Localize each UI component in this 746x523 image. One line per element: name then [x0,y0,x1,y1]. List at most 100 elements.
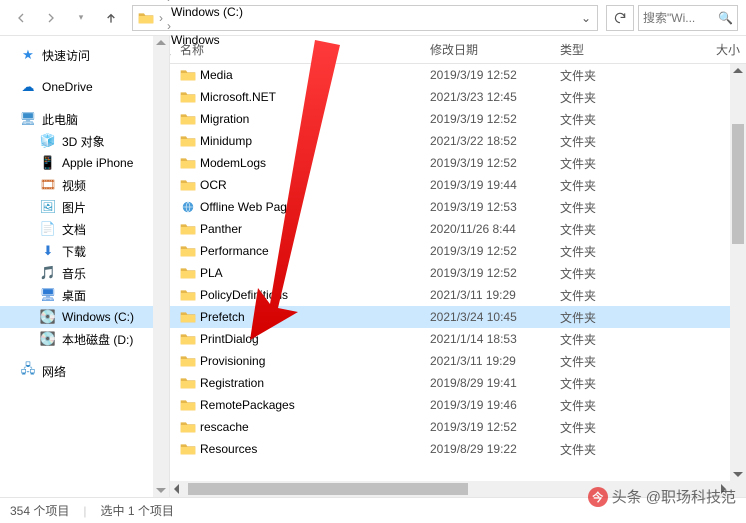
col-date[interactable]: 修改日期 [424,41,554,58]
pic-icon: 🖼 [40,199,56,215]
file-date: 2021/1/14 18:53 [424,332,554,346]
sidebar-scrollbar[interactable] [153,36,169,497]
disk-icon: 💽 [40,331,56,347]
file-list: Media2019/3/19 12:52文件夹Microsoft.NET2021… [170,64,746,497]
sidebar-item[interactable]: 💽Windows (C:) [0,306,169,328]
file-name: Provisioning [200,354,265,368]
music-icon: 🎵 [40,265,56,281]
file-type: 文件夹 [554,309,634,326]
sidebar-item[interactable]: 🖧网络 [0,360,169,382]
col-type[interactable]: 类型 [554,41,634,58]
file-date: 2019/3/19 12:52 [424,244,554,258]
chevron-right-icon[interactable]: › [165,19,173,33]
file-row[interactable]: Resources2019/8/29 19:22文件夹 [170,438,746,460]
file-name: Performance [200,244,269,258]
status-total: 354 个项目 [10,502,69,519]
file-row[interactable]: RemotePackages2019/3/19 19:46文件夹 [170,394,746,416]
file-name: PLA [200,266,223,280]
file-row[interactable]: PLA 2019/3/19 12:52文件夹 [170,262,746,284]
vertical-scrollbar[interactable] [730,64,746,481]
file-row[interactable]: rescache2019/3/19 12:52文件夹 [170,416,746,438]
file-date: 2019/3/19 12:52 [424,266,554,280]
file-type: 文件夹 [554,243,634,260]
file-date: 2019/3/19 12:53 [424,200,554,214]
address-bar[interactable]: › 此电脑›Windows (C:)›Windows› ⌄ [132,5,598,31]
file-row[interactable]: Microsoft.NET2021/3/23 12:45文件夹 [170,86,746,108]
file-date: 2019/3/19 12:52 [424,112,554,126]
sidebar-item[interactable]: ★快速访问 [0,44,169,66]
sidebar-item[interactable]: 🎞视频 [0,174,169,196]
file-type: 文件夹 [554,133,634,150]
chevron-right-icon[interactable]: › [157,11,165,25]
file-date: 2019/3/19 12:52 [424,68,554,82]
file-row[interactable]: Migration2019/3/19 12:52文件夹 [170,108,746,130]
sidebar-item-label: 3D 对象 [62,133,105,150]
file-row[interactable]: PolicyDefinitions2021/3/11 19:29文件夹 [170,284,746,306]
col-size[interactable]: 大小 [634,41,746,58]
file-row[interactable]: Media2019/3/19 12:52文件夹 [170,64,746,86]
file-date: 2019/8/29 19:41 [424,376,554,390]
pc-icon: 🖥 [20,111,36,127]
address-dropdown[interactable]: ⌄ [577,11,595,25]
search-icon: 🔍 [718,11,733,25]
file-date: 2019/3/19 19:46 [424,398,554,412]
file-date: 2021/3/11 19:29 [424,354,554,368]
addr-folder-icon [137,9,155,27]
file-type: 文件夹 [554,67,634,84]
sidebar-item-label: 本地磁盘 (D:) [62,331,133,348]
file-name: Offline Web Pages [200,200,300,214]
file-row[interactable]: Panther2020/11/26 8:44文件夹 [170,218,746,240]
forward-button[interactable] [38,5,64,31]
file-row[interactable]: Minidump2021/3/22 18:52文件夹 [170,130,746,152]
file-row[interactable]: Provisioning 2021/3/11 19:29文件夹 [170,350,746,372]
sidebar-item[interactable]: 💽 本地磁盘 (D:) [0,328,169,350]
file-row[interactable]: PrintDialog2021/1/14 18:53文件夹 [170,328,746,350]
sidebar-item-label: 文档 [62,221,86,238]
sidebar-item[interactable]: 🖼 图片 [0,196,169,218]
sidebar-item[interactable]: 🖥 此电脑 [0,108,169,130]
status-bar: 354 个项目 | 选中 1 个项目 [0,497,746,523]
doc-icon: 📄 [40,221,56,237]
sidebar-item[interactable]: 🧊 3D 对象 [0,130,169,152]
file-type: 文件夹 [554,265,634,282]
hscrollbar-thumb[interactable] [188,483,468,495]
file-date: 2021/3/11 19:29 [424,288,554,302]
3d-icon: 🧊 [40,133,56,149]
sidebar-item[interactable]: ⬇ 下载 [0,240,169,262]
file-row[interactable]: Prefetch2021/3/24 10:45文件夹 [170,306,746,328]
scrollbar-thumb[interactable] [732,124,744,244]
file-name: PolicyDefinitions [200,288,288,302]
file-row[interactable]: Registration2019/8/29 19:41文件夹 [170,372,746,394]
file-name: rescache [200,420,249,434]
sidebar-item[interactable]: 📄 文档 [0,218,169,240]
file-row[interactable]: Offline Web Pages2019/3/19 12:53文件夹 [170,196,746,218]
sidebar-item[interactable]: 📱Apple iPhone [0,152,169,174]
file-name: Panther [200,222,242,236]
file-name: Microsoft.NET [200,90,276,104]
file-row[interactable]: OCR2019/3/19 19:44文件夹 [170,174,746,196]
status-selected: 选中 1 个项目 [100,502,173,519]
sidebar-item[interactable]: ☁OneDrive [0,76,169,98]
scrollbar-corner [730,481,746,497]
back-button[interactable] [8,5,34,31]
sidebar-item-label: 下载 [62,243,86,260]
sidebar-item-label: 图片 [62,199,86,216]
file-date: 2019/8/29 19:22 [424,442,554,456]
sidebar-item[interactable]: 🖥桌面 [0,284,169,306]
file-name: ModemLogs [200,156,266,170]
up-button[interactable] [98,5,124,31]
search-box[interactable]: 🔍 [638,5,738,31]
dl-icon: ⬇ [40,243,56,259]
sidebar-item[interactable]: 🎵音乐 [0,262,169,284]
sidebar-item-label: 此电脑 [42,111,78,128]
file-type: 文件夹 [554,89,634,106]
breadcrumb-item[interactable]: Windows (C:) [165,5,249,19]
refresh-button[interactable] [606,5,634,31]
recent-dropdown[interactable]: ▾ [68,5,94,31]
horizontal-scrollbar[interactable] [170,481,730,497]
file-row[interactable]: Performance 2019/3/19 12:52文件夹 [170,240,746,262]
file-type: 文件夹 [554,353,634,370]
file-row[interactable]: ModemLogs2019/3/19 12:52文件夹 [170,152,746,174]
search-input[interactable] [643,11,718,25]
col-name[interactable]: 名称 [174,41,424,58]
